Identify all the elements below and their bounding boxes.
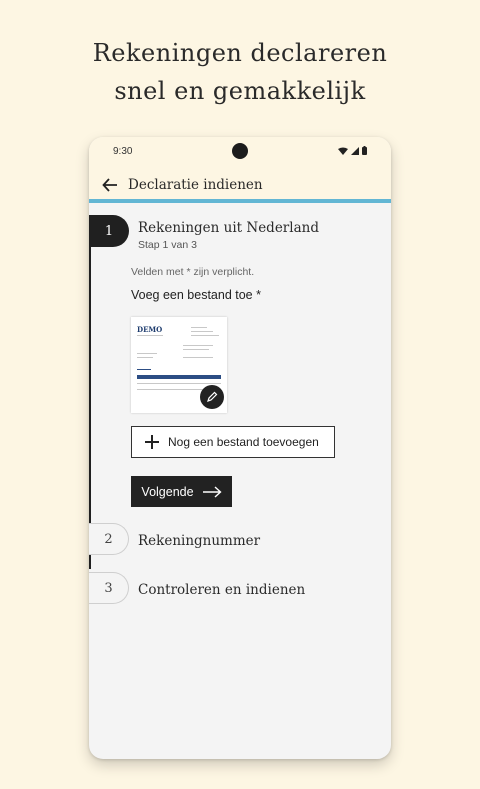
arrow-left-icon bbox=[102, 178, 117, 192]
edit-document-button[interactable] bbox=[200, 385, 224, 409]
document-logo: DEMO bbox=[137, 325, 163, 334]
promo-headline: Rekeningen declareren snel en gemakkelij… bbox=[0, 34, 480, 110]
next-button-label: Volgende bbox=[141, 484, 194, 499]
step-number-badge: 2 bbox=[89, 523, 129, 555]
stepper: 1 Rekeningen uit Nederland Stap 1 van 3 … bbox=[89, 207, 391, 759]
wifi-icon bbox=[338, 147, 348, 155]
promo-line-1: Rekeningen declareren bbox=[92, 39, 388, 67]
signal-icon bbox=[351, 146, 359, 155]
phone-frame: 9:30 Declaratie indienen 1 Rekeningen ui… bbox=[89, 137, 391, 759]
arrow-right-icon bbox=[202, 485, 222, 498]
step-title: Rekeningnummer bbox=[138, 533, 261, 549]
step-title: Controleren en indienen bbox=[138, 582, 306, 598]
plus-icon bbox=[145, 435, 159, 449]
battery-icon bbox=[362, 146, 367, 155]
stepper-line bbox=[89, 215, 91, 569]
pencil-icon bbox=[207, 391, 218, 402]
step-number-badge: 1 bbox=[89, 215, 129, 247]
file-field-label: Voeg een bestand toe * bbox=[131, 288, 261, 302]
status-bar: 9:30 bbox=[89, 137, 391, 167]
back-button[interactable] bbox=[100, 175, 120, 195]
add-file-label: Nog een bestand toevoegen bbox=[168, 435, 319, 449]
camera-cutout bbox=[232, 143, 248, 159]
step-title: Rekeningen uit Nederland bbox=[138, 220, 319, 236]
step-subtitle: Stap 1 van 3 bbox=[138, 239, 197, 251]
app-bar: Declaratie indienen bbox=[89, 167, 391, 203]
step-number-badge: 3 bbox=[89, 572, 129, 604]
status-time: 9:30 bbox=[113, 146, 133, 157]
next-button[interactable]: Volgende bbox=[131, 476, 232, 507]
page-title: Declaratie indienen bbox=[128, 177, 263, 193]
required-hint: Velden met * zijn verplicht. bbox=[131, 266, 255, 278]
promo-line-2: snel en gemakkelijk bbox=[114, 77, 366, 105]
add-file-button[interactable]: Nog een bestand toevoegen bbox=[131, 426, 335, 458]
